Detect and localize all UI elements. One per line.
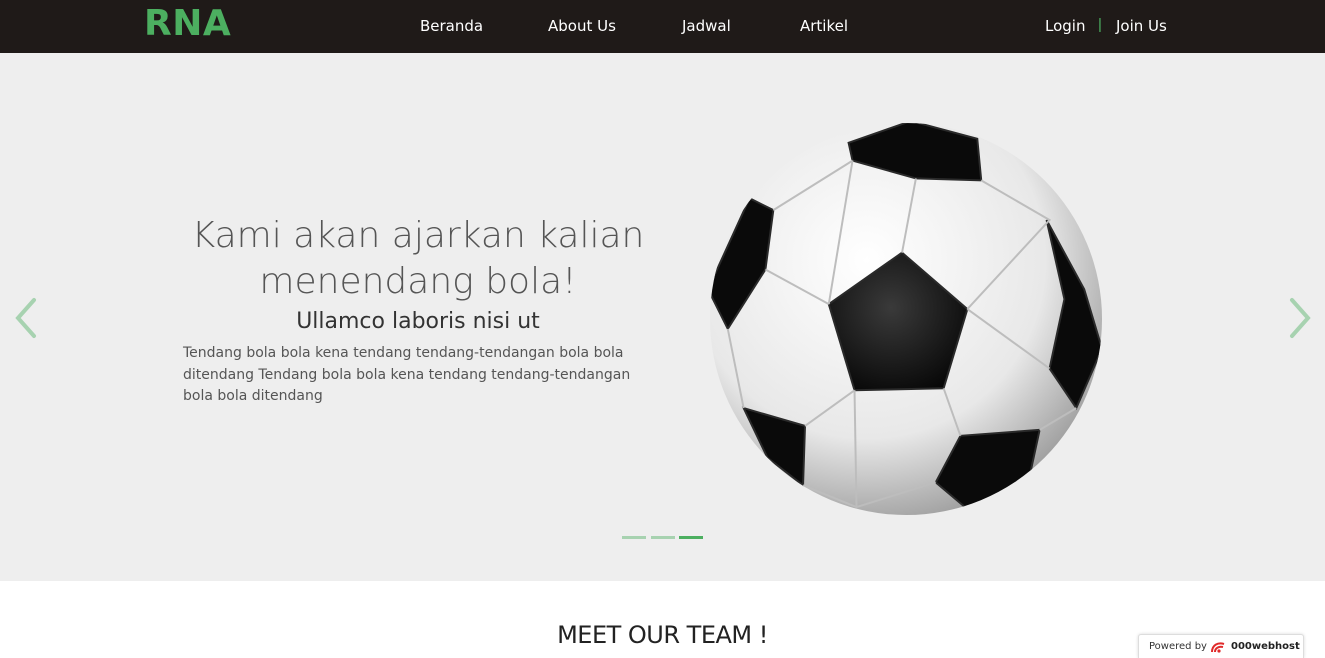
hosting-badge[interactable]: Powered by 000webhost bbox=[1138, 634, 1304, 658]
nav-link-artikel[interactable]: Artikel bbox=[800, 17, 848, 35]
login-link[interactable]: Login bbox=[1045, 17, 1085, 35]
webhost-logo-icon bbox=[1211, 642, 1225, 653]
slide-headline-line1: Kami akan ajarkan kalian bbox=[191, 215, 645, 256]
team-section-title: MEET OUR TEAM ! bbox=[557, 621, 768, 649]
carousel-next-icon[interactable] bbox=[1284, 296, 1314, 340]
nav-link-beranda[interactable]: Beranda bbox=[420, 17, 483, 35]
carousel-indicator-1[interactable] bbox=[622, 536, 646, 539]
powered-by-label: Powered by bbox=[1149, 641, 1207, 652]
nav-link-about-us[interactable]: About Us bbox=[548, 17, 616, 35]
nav-link-jadwal[interactable]: Jadwal bbox=[682, 17, 731, 35]
slide-caption: Kami akan ajarkan kalian menendang bola!… bbox=[183, 213, 653, 408]
slide-body-text: Tendang bola bola kena tendang tendang-t… bbox=[183, 345, 631, 404]
carousel-indicator-2[interactable] bbox=[651, 536, 675, 539]
slide-headline-line2: menendang bola! bbox=[259, 261, 577, 302]
carousel-prev-icon[interactable] bbox=[12, 296, 42, 340]
soccer-ball-image bbox=[709, 122, 1103, 516]
navbar: RNA Beranda About Us Jadwal Artikel Logi… bbox=[0, 0, 1325, 53]
webhost-name: 000webhost bbox=[1231, 641, 1300, 652]
hero-carousel: Kami akan ajarkan kalian menendang bola!… bbox=[0, 53, 1325, 581]
slide-headline: Kami akan ajarkan kalian menendang bola! bbox=[183, 213, 653, 305]
nav-separator: | bbox=[1098, 16, 1102, 33]
join-us-link[interactable]: Join Us bbox=[1116, 17, 1167, 35]
brand-logo[interactable]: RNA bbox=[144, 2, 231, 46]
slide-subheading: Ullamco laboris nisi ut bbox=[296, 309, 540, 334]
carousel-indicator-3[interactable] bbox=[679, 536, 703, 539]
